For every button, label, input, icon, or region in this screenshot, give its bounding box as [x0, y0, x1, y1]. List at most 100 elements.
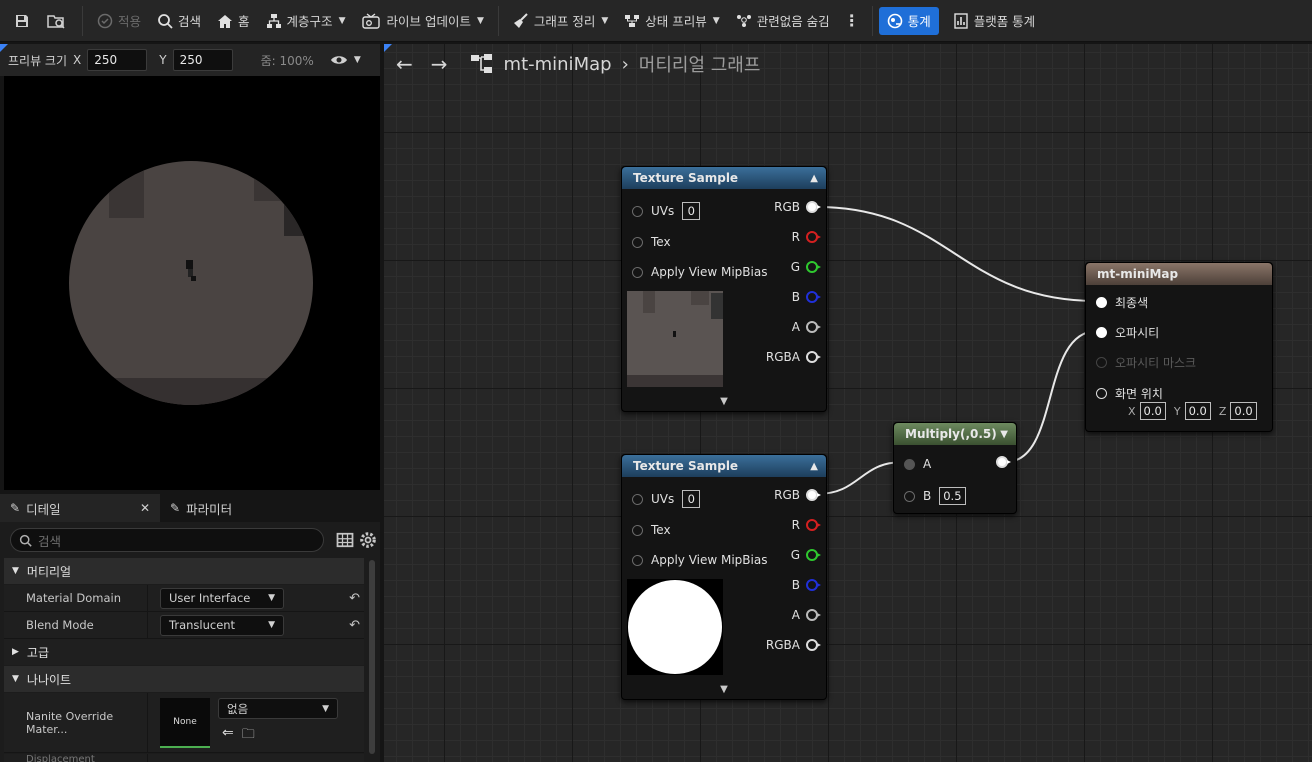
- pin-b[interactable]: B 0.5: [904, 487, 966, 505]
- pin-mipbias[interactable]: Apply View MipBias: [632, 265, 767, 279]
- blend-mode-dropdown[interactable]: Translucent ▼: [160, 614, 284, 636]
- material-preview-viewport[interactable]: [4, 76, 380, 490]
- details-scrollbar[interactable]: [369, 560, 375, 754]
- category-nanite[interactable]: ▼ 나나이트: [4, 666, 364, 692]
- texture-sample-node-2[interactable]: Texture Sample ▲ UVs 0 Tex Apply View Mip…: [621, 454, 827, 700]
- pin-uvs[interactable]: UVs 0: [632, 490, 701, 508]
- material-domain-label: Material Domain: [4, 585, 148, 611]
- gear-icon[interactable]: [358, 530, 378, 550]
- pin-out-a[interactable]: A: [792, 320, 821, 334]
- multiply-node[interactable]: Multiply(,0.5) ▼ A B 0.5: [893, 422, 1017, 514]
- pin-out-r[interactable]: R: [792, 230, 821, 244]
- tab-parameters[interactable]: ✎ 파라미터: [160, 494, 242, 522]
- chevron-down-icon[interactable]: ▼: [622, 684, 826, 695]
- more-vertical-icon: ⋮: [843, 11, 860, 30]
- nanite-override-label: Nanite Override Mater...: [4, 693, 148, 752]
- pin-out-rgba[interactable]: RGBA: [766, 638, 821, 652]
- graph-cleanup-button[interactable]: 그래프 정리 ▼: [505, 7, 616, 35]
- preview-x-input[interactable]: [87, 49, 148, 71]
- close-icon[interactable]: ✕: [140, 501, 150, 515]
- pin-out-a[interactable]: A: [792, 608, 821, 622]
- pin-a[interactable]: A: [904, 457, 931, 471]
- material-output-node[interactable]: mt-miniMap 최종색 오파시티 오파시티 마스크 화면 위치 X 0.0…: [1085, 262, 1273, 432]
- uvs-value[interactable]: 0: [682, 490, 701, 508]
- property-cut-off: Displacement: [4, 754, 364, 762]
- preview-y-input[interactable]: [172, 49, 233, 71]
- z-value[interactable]: 0.0: [1230, 402, 1257, 420]
- pin-label: 오파시티 마스크: [1115, 356, 1197, 370]
- chevron-up-icon[interactable]: ▲: [810, 461, 818, 472]
- pin-out-rgb[interactable]: RGB: [774, 488, 821, 502]
- pin-out-b[interactable]: B: [792, 290, 821, 304]
- pin-final-color[interactable]: 최종색: [1096, 294, 1148, 311]
- node-title[interactable]: Multiply(,0.5) ▼: [894, 423, 1016, 445]
- chevron-up-icon[interactable]: ▲: [810, 173, 818, 184]
- pin-tex[interactable]: Tex: [632, 235, 671, 249]
- arrow-left-icon[interactable]: ←: [396, 52, 413, 76]
- search-label: 검색: [178, 14, 202, 29]
- stats-label: 통계: [907, 14, 931, 29]
- category-material[interactable]: ▼ 머티리얼: [4, 558, 364, 584]
- y-value[interactable]: 0.0: [1184, 402, 1211, 420]
- browse-button[interactable]: [36, 7, 76, 35]
- nanite-override-dropdown[interactable]: 없음 ▼: [218, 698, 338, 719]
- b-value[interactable]: 0.5: [939, 487, 966, 505]
- pin-label: RGB: [774, 488, 800, 502]
- pin-out-g[interactable]: G: [791, 260, 821, 274]
- home-label: 홈: [238, 14, 250, 29]
- tab-details[interactable]: ✎ 디테일 ✕: [0, 494, 160, 522]
- pin-out-result[interactable]: [996, 456, 1011, 468]
- material-domain-dropdown[interactable]: User Interface ▼: [160, 587, 284, 609]
- details-search-input[interactable]: 검색: [10, 528, 324, 552]
- hide-unrelated-button[interactable]: 관련없음 숨김: [728, 7, 838, 35]
- platform-stats-button[interactable]: 플랫폼 통계: [945, 7, 1043, 35]
- pin-out-rgba[interactable]: RGBA: [766, 350, 821, 364]
- live-update-button[interactable]: 라이브 업데이트 ▼: [353, 7, 491, 35]
- reset-icon[interactable]: ↶: [349, 591, 360, 606]
- pin-uvs[interactable]: UVs 0: [632, 202, 701, 220]
- pin-out-rgb[interactable]: RGB: [774, 200, 821, 214]
- texture-sample-node-1[interactable]: Texture Sample ▲ UVs 0 Tex Apply View Mip…: [621, 166, 827, 412]
- save-button[interactable]: [0, 7, 36, 35]
- stats-button[interactable]: 통계: [878, 6, 939, 35]
- chevron-right-icon: ▶: [12, 647, 19, 657]
- pin-out-g[interactable]: G: [791, 548, 821, 562]
- home-button[interactable]: 홈: [209, 7, 258, 35]
- uvs-value[interactable]: 0: [682, 202, 701, 220]
- pin-mipbias[interactable]: Apply View MipBias: [632, 553, 767, 567]
- asset-name[interactable]: mt-miniMap: [504, 54, 612, 75]
- blend-mode-label: Blend Mode: [4, 612, 148, 638]
- pin-out-b[interactable]: B: [792, 578, 821, 592]
- node-title[interactable]: Texture Sample ▲: [622, 455, 826, 477]
- apply-button[interactable]: 적용: [89, 7, 149, 35]
- pin-screen-position[interactable]: 화면 위치: [1096, 385, 1163, 402]
- view-options-button[interactable]: ▼: [330, 54, 361, 66]
- node-title-text: mt-miniMap: [1097, 267, 1179, 281]
- platform-stats-label: 플랫폼 통계: [973, 14, 1036, 29]
- table-view-icon[interactable]: [335, 530, 355, 550]
- category-advanced-label: 고급: [26, 645, 50, 660]
- x-value[interactable]: 0.0: [1139, 402, 1166, 420]
- nanite-thumbnail-label: None: [173, 716, 197, 727]
- chevron-down-icon[interactable]: ▼: [622, 396, 826, 407]
- chevron-down-icon: ▼: [12, 674, 19, 684]
- state-preview-button[interactable]: 상태 프리뷰 ▼: [616, 7, 727, 35]
- chevron-down-icon[interactable]: ▼: [1000, 429, 1008, 440]
- nanite-thumbnail[interactable]: None: [160, 697, 210, 748]
- use-selected-icon[interactable]: ⇐: [222, 725, 234, 747]
- node-title[interactable]: Texture Sample ▲: [622, 167, 826, 189]
- more-options-button[interactable]: ⋮: [838, 7, 866, 35]
- pin-out-r[interactable]: R: [792, 518, 821, 532]
- hierarchy-button[interactable]: 계층구조 ▼: [258, 7, 354, 35]
- search-button[interactable]: 검색: [149, 7, 209, 35]
- node-title[interactable]: mt-miniMap: [1086, 263, 1272, 285]
- pin-tex[interactable]: Tex: [632, 523, 671, 537]
- arrow-right-icon[interactable]: →: [431, 52, 448, 76]
- texture-thumbnail: [627, 291, 723, 387]
- pin-opacity[interactable]: 오파시티: [1096, 324, 1159, 341]
- live-update-label: 라이브 업데이트: [386, 14, 471, 29]
- reset-icon[interactable]: ↶: [349, 618, 360, 633]
- browse-asset-icon[interactable]: 🗀: [242, 725, 255, 747]
- y-label: Y: [1173, 404, 1181, 418]
- category-advanced[interactable]: ▶ 고급: [4, 639, 364, 665]
